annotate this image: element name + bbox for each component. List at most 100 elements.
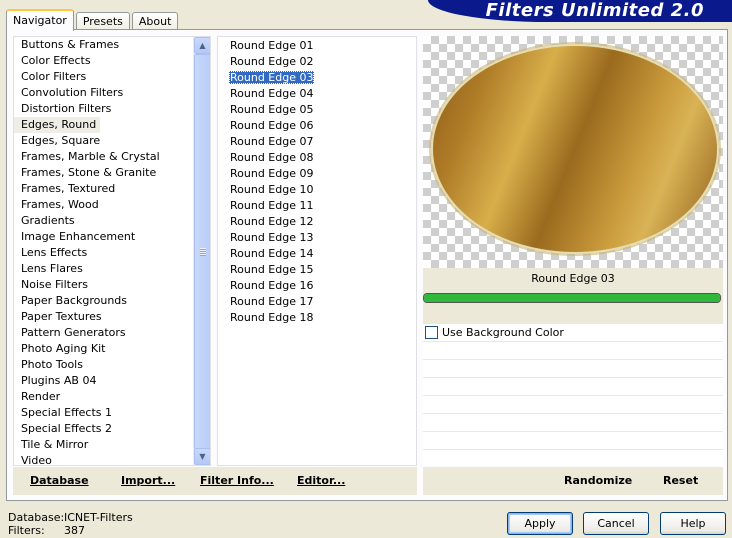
category-item-label: Image Enhancement xyxy=(21,230,136,243)
filter-item[interactable]: Round Edge 03 xyxy=(218,70,416,86)
category-item-label: Render xyxy=(21,390,61,403)
filter-item[interactable]: Round Edge 05 xyxy=(218,102,416,118)
tab-about[interactable]: About xyxy=(131,12,179,30)
import-button[interactable]: Import... xyxy=(121,474,175,487)
scrollbar-thumb[interactable] xyxy=(194,54,210,449)
category-item[interactable]: Image Enhancement xyxy=(14,229,210,245)
category-item-label: Special Effects 2 xyxy=(21,422,113,435)
option-row xyxy=(423,342,723,360)
preview-area xyxy=(423,36,723,268)
category-item[interactable]: Distortion Filters xyxy=(14,101,210,117)
filter-item[interactable]: Round Edge 07 xyxy=(218,134,416,150)
randomize-button[interactable]: Randomize xyxy=(564,474,632,487)
category-item[interactable]: Plugins AB 04 xyxy=(14,373,210,389)
filter-item[interactable]: Round Edge 04 xyxy=(218,86,416,102)
category-item[interactable]: Frames, Marble & Crystal xyxy=(14,149,210,165)
scroll-down-arrow-icon[interactable]: ▼ xyxy=(194,448,210,465)
navigator-button-bar: Database Import... Filter Info... Editor… xyxy=(13,467,417,495)
filter-item[interactable]: Round Edge 06 xyxy=(218,118,416,134)
option-row xyxy=(423,432,723,450)
scrollbar-grip-icon xyxy=(200,248,206,256)
option-row xyxy=(423,414,723,432)
tab-presets[interactable]: Presets xyxy=(75,12,130,30)
filter-item[interactable]: Round Edge 18 xyxy=(218,310,416,326)
category-item-label: Buttons & Frames xyxy=(21,38,120,51)
category-item[interactable]: Gradients xyxy=(14,213,210,229)
filter-item-label: Round Edge 10 xyxy=(230,183,314,196)
scroll-up-arrow-icon[interactable]: ▲ xyxy=(194,37,210,54)
category-item-label: Special Effects 1 xyxy=(21,406,113,419)
filter-item[interactable]: Round Edge 15 xyxy=(218,262,416,278)
option-row xyxy=(423,396,723,414)
category-item-label: Paper Backgrounds xyxy=(21,294,128,307)
category-item-label: Edges, Round xyxy=(14,117,101,133)
category-scrollbar[interactable]: ▲ ▼ xyxy=(193,37,210,465)
filter-item-label: Round Edge 17 xyxy=(230,295,314,308)
category-item[interactable]: Color Effects xyxy=(14,53,210,69)
help-button[interactable]: Help xyxy=(660,512,726,535)
category-item-label: Pattern Generators xyxy=(21,326,126,339)
category-item-label: Tile & Mirror xyxy=(21,438,89,451)
category-item[interactable]: Frames, Stone & Granite xyxy=(14,165,210,181)
category-item[interactable]: Frames, Wood xyxy=(14,197,210,213)
filter-item[interactable]: Round Edge 01 xyxy=(218,38,416,54)
filter-item[interactable]: Round Edge 14 xyxy=(218,246,416,262)
category-items: Buttons & Frames Color Effects Color Filte… xyxy=(14,37,210,465)
use-background-color-checkbox[interactable] xyxy=(425,326,438,339)
filter-item[interactable]: Round Edge 17 xyxy=(218,294,416,310)
filter-item[interactable]: Round Edge 13 xyxy=(218,230,416,246)
category-item[interactable]: Noise Filters xyxy=(14,277,210,293)
category-item[interactable]: Edges, Square xyxy=(14,133,210,149)
category-item[interactable]: Render xyxy=(14,389,210,405)
editor-button[interactable]: Editor... xyxy=(297,474,345,487)
filter-item-label: Round Edge 11 xyxy=(230,199,314,212)
filter-info-button[interactable]: Filter Info... xyxy=(200,474,274,487)
preview-oval-image xyxy=(433,46,717,252)
filter-item-label: Round Edge 14 xyxy=(230,247,314,260)
category-item[interactable]: Video xyxy=(14,453,210,465)
category-list[interactable]: Buttons & Frames Color Effects Color Filte… xyxy=(13,36,211,466)
category-item[interactable]: Color Filters xyxy=(14,69,210,85)
category-item[interactable]: Special Effects 1 xyxy=(14,405,210,421)
filter-item[interactable]: Round Edge 09 xyxy=(218,166,416,182)
category-item[interactable]: Photo Tools xyxy=(14,357,210,373)
filter-item-label: Round Edge 08 xyxy=(230,151,314,164)
category-item-label: Paper Textures xyxy=(21,310,102,323)
category-item-label: Frames, Stone & Granite xyxy=(21,166,157,179)
filter-item[interactable]: Round Edge 11 xyxy=(218,198,416,214)
filter-item-label: Round Edge 07 xyxy=(230,135,314,148)
category-item[interactable]: Lens Effects xyxy=(14,245,210,261)
use-background-color-row[interactable]: Use Background Color xyxy=(423,324,723,342)
database-button[interactable]: Database xyxy=(30,474,89,487)
category-item[interactable]: Frames, Textured xyxy=(14,181,210,197)
category-item-label: Gradients xyxy=(21,214,75,227)
reset-button[interactable]: Reset xyxy=(663,474,698,487)
filter-item[interactable]: Round Edge 16 xyxy=(218,278,416,294)
category-item[interactable]: Lens Flares xyxy=(14,261,210,277)
category-item[interactable]: Pattern Generators xyxy=(14,325,210,341)
category-item[interactable]: Paper Textures xyxy=(14,309,210,325)
progress-area xyxy=(423,290,723,324)
cancel-button[interactable]: Cancel xyxy=(583,512,649,535)
filter-item[interactable]: Round Edge 08 xyxy=(218,150,416,166)
category-item[interactable]: Convolution Filters xyxy=(14,85,210,101)
category-item[interactable]: Special Effects 2 xyxy=(14,421,210,437)
preview-button-bar: Randomize Reset xyxy=(423,467,723,495)
category-item-label: Edges, Square xyxy=(21,134,101,147)
navigator-panel: Buttons & Frames Color Effects Color Filte… xyxy=(6,29,728,501)
category-item-label: Photo Aging Kit xyxy=(21,342,106,355)
filter-item[interactable]: Round Edge 12 xyxy=(218,214,416,230)
category-item[interactable]: Paper Backgrounds xyxy=(14,293,210,309)
category-item[interactable]: Buttons & Frames xyxy=(14,37,210,53)
category-item[interactable]: Edges, Round xyxy=(14,117,210,133)
category-item[interactable]: Photo Aging Kit xyxy=(14,341,210,357)
apply-button[interactable]: Apply xyxy=(507,512,573,535)
filter-items: Round Edge 01 Round Edge 02 Round Edge 03 R… xyxy=(218,37,416,326)
filter-item-label: Round Edge 02 xyxy=(230,55,314,68)
category-item[interactable]: Tile & Mirror xyxy=(14,437,210,453)
filter-item[interactable]: Round Edge 10 xyxy=(218,182,416,198)
progress-fill xyxy=(424,294,720,302)
tab-navigator[interactable]: Navigator xyxy=(6,9,74,31)
filter-list[interactable]: Round Edge 01 Round Edge 02 Round Edge 03 R… xyxy=(217,36,417,466)
filter-item[interactable]: Round Edge 02 xyxy=(218,54,416,70)
